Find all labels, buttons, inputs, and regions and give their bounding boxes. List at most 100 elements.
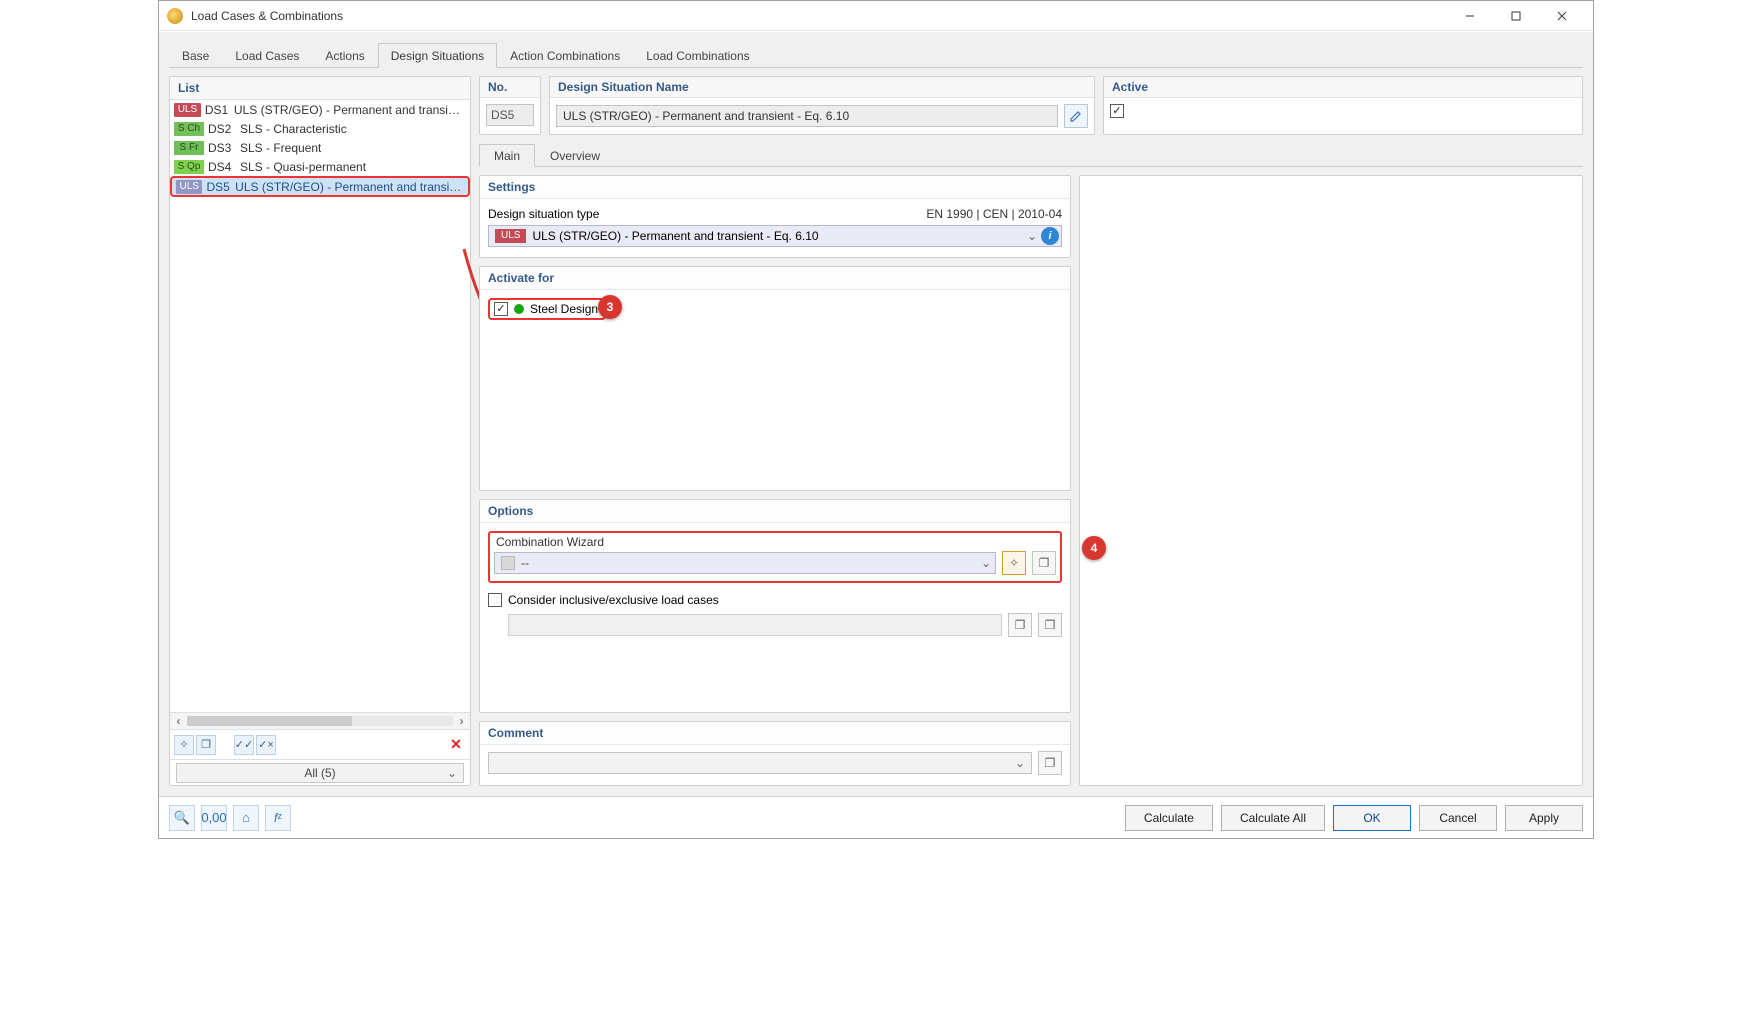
design-type-dropdown[interactable]: ULS ULS (STR/GEO) - Permanent and transi… [488, 225, 1062, 247]
calculate-all-button[interactable]: Calculate All [1221, 805, 1325, 831]
new-item-button[interactable]: ✧ [174, 735, 194, 755]
tab-design-situations[interactable]: Design Situations [378, 43, 497, 68]
list-item-text: SLS - Characteristic [240, 122, 347, 136]
design-type-standard: EN 1990 | CEN | 2010-04 [926, 207, 1062, 221]
tab-base[interactable]: Base [169, 43, 222, 68]
subtab-overview[interactable]: Overview [535, 144, 615, 167]
main-tabs: BaseLoad CasesActionsDesign SituationsAc… [169, 42, 1583, 68]
consider-new-button[interactable]: ❐ [1008, 613, 1032, 637]
list-item-tag: ULS [176, 180, 202, 194]
combo-edit-button[interactable]: ❐ [1032, 551, 1056, 575]
steel-design-checkbox[interactable] [494, 302, 508, 316]
comment-edit-button[interactable]: ❐ [1038, 751, 1062, 775]
status-dot-icon [514, 304, 524, 314]
scroll-left-icon[interactable]: ‹ [170, 713, 187, 729]
list-item-code: DS4 [208, 160, 236, 174]
list-item-code: DS5 [206, 180, 231, 194]
list-item-code: DS3 [208, 141, 236, 155]
close-button[interactable] [1539, 1, 1585, 31]
copy-item-button[interactable]: ❐ [196, 735, 216, 755]
uls-tag: ULS [495, 229, 526, 243]
active-field-box: Active [1103, 76, 1583, 135]
chevron-down-icon: ⌄ [981, 556, 991, 570]
ok-button[interactable]: OK [1333, 805, 1411, 831]
list-item[interactable]: S QpDS4SLS - Quasi-permanent [170, 157, 470, 176]
list-item-text: SLS - Quasi-permanent [240, 160, 366, 174]
list-header: List [170, 77, 470, 100]
list-item-text: ULS (STR/GEO) - Permanent and transient … [234, 103, 466, 117]
list-filter-row: All (5) ⌄ [170, 759, 470, 785]
consider-label: Consider inclusive/exclusive load cases [508, 593, 719, 607]
minimize-button[interactable] [1447, 1, 1493, 31]
structure-button[interactable]: ⌂ [233, 805, 259, 831]
active-checkbox[interactable] [1110, 104, 1124, 118]
cancel-button[interactable]: Cancel [1419, 805, 1497, 831]
subtabs: MainOverview [479, 143, 1583, 167]
name-field-box: Design Situation Name [549, 76, 1095, 135]
comment-header: Comment [480, 722, 1070, 745]
list-item-tag: S Ch [174, 122, 204, 136]
name-label: Design Situation Name [550, 77, 1094, 98]
list-item-tag: S Fr [174, 141, 204, 155]
tab-actions[interactable]: Actions [312, 43, 377, 68]
combo-wizard-value: -- [521, 556, 529, 570]
chevron-down-icon: ⌄ [1027, 229, 1037, 243]
no-label: No. [480, 77, 540, 98]
settings-header: Settings [480, 176, 1070, 199]
steel-design-option[interactable]: Steel Design [488, 298, 606, 320]
callout-4: 4 [1082, 536, 1106, 560]
active-label: Active [1104, 77, 1582, 98]
consider-field [508, 614, 1002, 636]
list-item[interactable]: ULS DS5 ULS (STR/GEO) - Permanent and tran… [170, 176, 470, 197]
comment-dropdown[interactable]: ⌄ [488, 752, 1032, 774]
list-item[interactable]: S Fr DS3 SLS - Frequent [170, 138, 470, 157]
combo-wizard-label: Combination Wizard [496, 535, 1056, 549]
scroll-right-icon[interactable]: › [453, 713, 470, 729]
tab-action-combinations[interactable]: Action Combinations [497, 43, 633, 68]
subtab-main[interactable]: Main [479, 144, 535, 167]
name-input[interactable] [556, 105, 1058, 127]
swatch-icon [501, 556, 515, 570]
uncheck-all-button[interactable]: ✓× [256, 735, 276, 755]
comment-group: Comment ⌄ ❐ [479, 721, 1071, 786]
consider-edit-button[interactable]: ❐ [1038, 613, 1062, 637]
tab-load-combinations[interactable]: Load Combinations [633, 43, 762, 68]
settings-group: Settings Design situation type EN 1990 |… [479, 175, 1071, 258]
steel-design-label: Steel Design [530, 302, 598, 316]
list-item[interactable]: ULSDS1ULS (STR/GEO) - Permanent and tran… [170, 100, 470, 119]
consider-checkbox[interactable] [488, 593, 502, 607]
list-body[interactable]: ULSDS1ULS (STR/GEO) - Permanent and tran… [170, 100, 470, 712]
list-item-code: DS2 [208, 122, 236, 136]
list-item-tag: ULS [174, 103, 201, 117]
app-icon [167, 8, 183, 24]
design-type-value: ULS (STR/GEO) - Permanent and transient … [532, 229, 818, 243]
activate-header: Activate for [480, 267, 1070, 290]
list-item-text: SLS - Frequent [240, 141, 321, 155]
units-button[interactable]: 0,00 [201, 805, 227, 831]
list-item[interactable]: S Ch DS2 SLS - Characteristic [170, 119, 470, 138]
options-header: Options [480, 500, 1070, 523]
function-button[interactable]: fᶻ [265, 805, 291, 831]
combo-new-button[interactable]: ✧ [1002, 551, 1026, 575]
help-button[interactable]: 🔍 [169, 805, 195, 831]
calculate-button[interactable]: Calculate [1125, 805, 1213, 831]
check-all-button[interactable]: ✓✓ [234, 735, 254, 755]
list-toolbar: ✧ ❐ ✓✓ ✓× ✕ [170, 729, 470, 759]
maximize-button[interactable] [1493, 1, 1539, 31]
list-hscrollbar[interactable]: ‹ › [170, 712, 470, 729]
chevron-down-icon: ⌄ [1015, 756, 1025, 770]
dialog-bottom-bar: 🔍 0,00 ⌂ fᶻ Calculate Calculate All OK C… [159, 796, 1593, 838]
combo-wizard-dropdown[interactable]: -- ⌄ [494, 552, 996, 574]
tab-load-cases[interactable]: Load Cases [222, 43, 312, 68]
info-icon[interactable]: i [1041, 227, 1059, 245]
delete-button[interactable]: ✕ [446, 735, 466, 755]
list-filter-dropdown[interactable]: All (5) ⌄ [176, 763, 464, 783]
no-input[interactable] [486, 104, 534, 126]
window-title: Load Cases & Combinations [191, 9, 343, 23]
edit-name-button[interactable] [1064, 104, 1088, 128]
list-item-text: ULS (STR/GEO) - Permanent and transient … [235, 180, 464, 194]
titlebar: Load Cases & Combinations [159, 1, 1593, 31]
callout-3: 3 [598, 295, 622, 319]
preview-panel [1079, 175, 1583, 786]
apply-button[interactable]: Apply [1505, 805, 1583, 831]
